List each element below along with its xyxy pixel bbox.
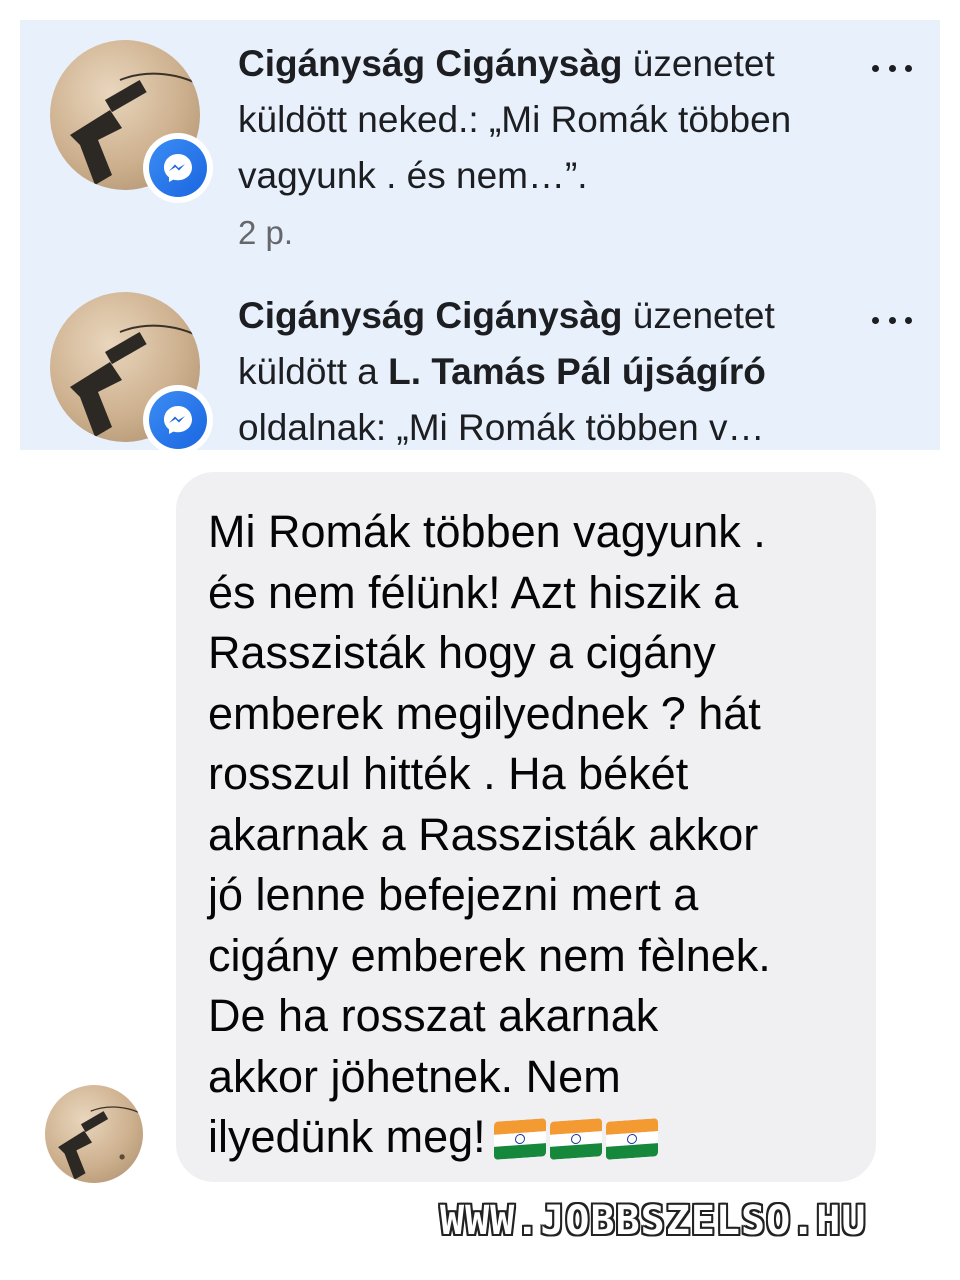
- notification-list: Cigányság Cigánysàg üzenetet küldött nek…: [20, 20, 940, 450]
- tattoo-pistol-image: [58, 1106, 143, 1180]
- messenger-badge: [143, 133, 213, 203]
- more-options-button[interactable]: [872, 310, 912, 330]
- sender-avatar[interactable]: [45, 1085, 143, 1183]
- page-name: L. Tamás Pál újságíró: [388, 351, 766, 392]
- message-text: Mi Romák többen vagyunk . és nem félünk!…: [208, 502, 868, 1174]
- notification-item[interactable]: Cigányság Cigánysàg üzenetet küldött a L…: [20, 270, 940, 450]
- messenger-icon: [164, 406, 192, 434]
- india-flag-emoji: [493, 1118, 546, 1160]
- message-bubble[interactable]: Mi Romák többen vagyunk . és nem félünk!…: [176, 472, 876, 1182]
- sender-name: Cigányság Cigánysàg: [238, 295, 623, 336]
- india-flag-emoji: [605, 1118, 658, 1160]
- sender-name: Cigányság Cigánysàg: [238, 43, 623, 84]
- message-body: Mi Romák többen vagyunk . és nem félünk!…: [208, 506, 771, 1162]
- more-options-button[interactable]: [872, 58, 912, 78]
- messenger-badge: [143, 385, 213, 450]
- notification-time: 2 p.: [238, 214, 294, 251]
- india-flag-emoji: [549, 1118, 602, 1160]
- watermark: WWW.JOBBSZELSO.HU: [440, 1198, 867, 1244]
- notification-text: Cigányság Cigánysàg üzenetet küldött nek…: [238, 36, 848, 204]
- flag-emojis: [493, 1113, 662, 1174]
- messenger-icon: [164, 154, 192, 182]
- notification-body-end: oldalnak: „Mi Romák többen v…: [238, 407, 765, 448]
- notification-text: Cigányság Cigánysàg üzenetet küldött a L…: [238, 288, 848, 450]
- notification-item[interactable]: Cigányság Cigánysàg üzenetet küldött nek…: [20, 20, 940, 270]
